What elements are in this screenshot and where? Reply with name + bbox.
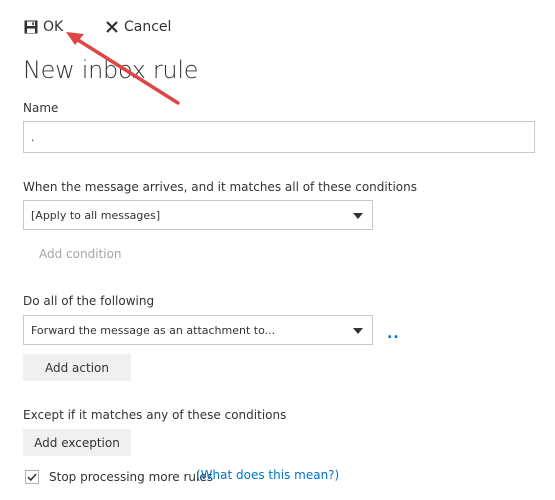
actions-dropdown-value: Forward the message as an attachment to.… <box>31 323 276 337</box>
checkmark-icon <box>27 473 37 482</box>
add-exception-button[interactable]: Add exception <box>23 429 131 456</box>
name-field[interactable]: . <box>23 121 535 153</box>
exceptions-label: Except if it matches any of these condit… <box>23 408 287 422</box>
save-icon <box>24 20 38 34</box>
actions-dropdown[interactable]: Forward the message as an attachment to.… <box>23 315 373 345</box>
more-options-indicator[interactable]: .. <box>387 326 400 342</box>
cancel-button[interactable]: Cancel <box>106 18 171 36</box>
stop-processing-checkbox[interactable] <box>25 470 39 484</box>
conditions-dropdown-value: [Apply to all messages] <box>31 208 161 222</box>
help-link[interactable]: (What does this mean?) <box>196 468 339 482</box>
close-icon <box>106 21 118 33</box>
stop-processing-label: Stop processing more rules <box>49 470 213 484</box>
conditions-label: When the message arrives, and it matches… <box>23 180 417 194</box>
chevron-down-icon <box>353 213 363 219</box>
actions-label: Do all of the following <box>23 294 155 308</box>
add-condition-button[interactable]: Add condition <box>39 247 122 261</box>
cancel-label: Cancel <box>124 19 172 35</box>
ok-button[interactable]: OK <box>24 18 63 36</box>
name-label: Name <box>23 101 59 115</box>
page-title: New inbox rule <box>23 56 199 84</box>
add-action-button[interactable]: Add action <box>23 354 131 381</box>
chevron-down-icon <box>353 328 363 334</box>
ok-label: OK <box>43 19 64 35</box>
conditions-dropdown[interactable]: [Apply to all messages] <box>23 200 373 230</box>
name-field-value: . <box>31 130 35 144</box>
